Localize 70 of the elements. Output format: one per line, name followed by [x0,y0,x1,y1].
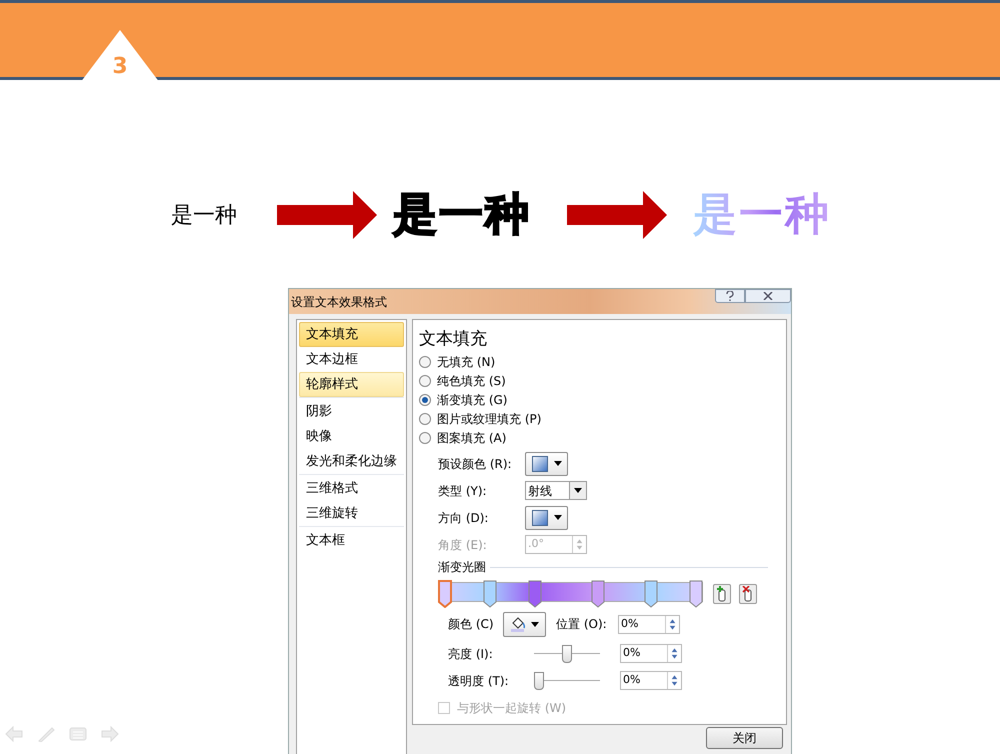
field-label: 亮度 (I): [448,646,494,662]
radio-label: 渐变填充 (G) [437,392,508,408]
help-button[interactable] [715,289,745,303]
type-dropdown[interactable]: 射线 [525,481,587,500]
gradient-stop-handle[interactable] [438,580,452,608]
radio-button[interactable] [419,432,431,444]
caret-icon [531,622,539,626]
checkbox-label: 与形状一起旋转 (W) [457,700,566,717]
category-item[interactable]: 三维旋转 [299,501,404,526]
gradient-stop-handle[interactable] [591,580,606,608]
help-icon [726,291,734,301]
window-title: 设置文本效果格式 [290,294,387,310]
category-item[interactable]: 文本框 [299,528,404,553]
radio-button[interactable] [419,356,431,368]
field-label: 预设颜色 (R): [438,456,513,472]
radio-button[interactable] [419,412,431,424]
color-dropdown[interactable] [503,612,546,636]
radio-button[interactable] [419,374,431,386]
remove-stop-icon [742,586,754,602]
close-icon [763,292,773,300]
field-label: 透明度 (T): [448,672,510,690]
caret-icon [554,515,562,520]
arrow-icon [277,191,377,239]
gradient-swatch-icon [532,510,548,526]
gradient-stop-handle[interactable] [483,580,498,608]
gradient-stop-handle[interactable] [644,580,658,608]
gradient-stop-handle[interactable] [689,580,703,608]
field-label: 位置 (O): [556,616,608,633]
close-window-button[interactable] [745,289,791,303]
field-label: 颜色 (C) [448,616,495,633]
radio-label: 图片或纹理填充 (P) [437,410,542,428]
plain-text: 是一种 [171,202,237,230]
radio-label: 纯色填充 (S) [437,372,506,390]
gradient-stops-bar[interactable] [438,580,703,608]
radio-button[interactable] [419,394,431,406]
slider-thumb[interactable] [562,644,572,662]
bold-text: 是一种 [393,188,531,242]
slider-track[interactable] [534,644,600,662]
remove-stop-button[interactable] [739,584,757,604]
gradient-swatch-icon [532,456,548,472]
field-label: 方向 (D): [438,510,490,526]
category-item[interactable]: 轮廓样式 [299,372,404,397]
paint-bucket-icon [510,616,526,632]
slider-thumb[interactable] [534,672,544,690]
field-label: 角度 (E): [438,536,488,554]
spinner-field[interactable]: 0% [618,614,680,634]
swatch-dropdown[interactable] [525,506,568,530]
add-stop-button[interactable] [713,584,731,604]
spinner-field[interactable]: 0% [620,644,682,663]
category-item[interactable]: 三维格式 [299,476,404,501]
caret-icon [554,461,562,466]
radio-label: 图案填充 (A) [437,430,506,446]
slide-number: 3 [112,56,128,78]
radio-label: 无填充 (N) [437,354,496,370]
category-item[interactable]: 文本填充 [299,322,404,347]
swatch-dropdown[interactable] [525,452,568,476]
panel-title: 文本填充 [419,328,488,350]
field-label: 类型 (Y): [438,482,488,500]
category-item[interactable]: 映像 [299,424,404,449]
caret-icon [574,488,582,493]
close-button[interactable]: 关闭 [706,727,783,749]
add-stop-icon [716,586,728,602]
gradient-stop-handle[interactable] [528,580,542,608]
spinner-field[interactable]: 0% [620,671,682,690]
slider-track[interactable] [534,672,600,690]
category-item[interactable]: 发光和柔化边缘 [299,449,404,474]
arrow-icon [567,191,667,239]
category-item[interactable]: 文本边框 [299,347,404,372]
category-item[interactable]: 阴影 [299,399,404,424]
section-heading: 渐变光圈 [438,559,486,576]
